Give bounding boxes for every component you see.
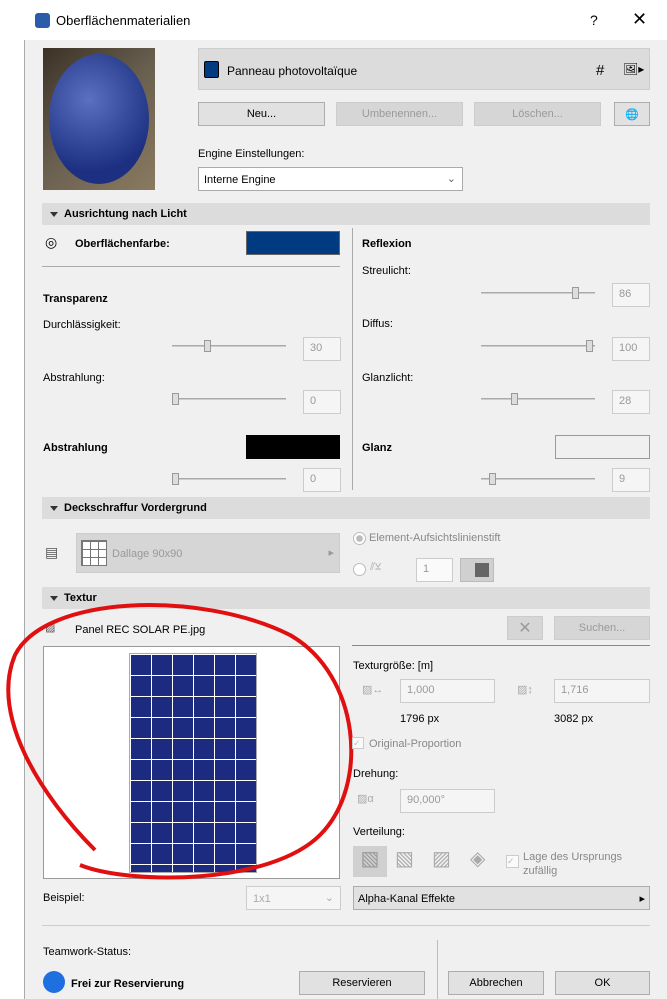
hatch-selector[interactable]: Dallage 90x90 ▸ xyxy=(76,533,340,573)
material-selector[interactable]: Panneau photovoltaïque # 🖼▸ xyxy=(198,48,650,90)
app-icon xyxy=(35,13,50,28)
example-value: 1x1 xyxy=(253,893,271,905)
pen-icon: ⫽⊻ xyxy=(370,561,382,573)
search-button[interactable]: Suchen... xyxy=(554,616,650,640)
chevron-down-icon: ⌄ xyxy=(324,892,334,904)
diffuse-field[interactable]: 100 xyxy=(612,337,650,361)
pen-option-label: Element-Aufsichtslinienstift xyxy=(369,532,501,544)
teamwork-label: Teamwork-Status: xyxy=(43,946,132,958)
specular-label: Glanzlicht: xyxy=(362,372,414,384)
dialog-title: Oberflächenmaterialien xyxy=(56,13,191,28)
grid-icon: # xyxy=(596,62,605,79)
emission-slider-label: Abstrahlung: xyxy=(43,372,105,384)
specular-slider[interactable] xyxy=(481,393,595,405)
engine-label: Engine Einstellungen: xyxy=(198,148,305,160)
chevron-down-icon: ⌄ xyxy=(446,173,456,185)
cancel-button[interactable]: Abbrechen xyxy=(448,971,544,995)
teamwork-status-icon xyxy=(43,971,65,993)
chevron-right-icon: ▸ xyxy=(328,547,334,559)
engine-value: Interne Engine xyxy=(204,174,276,186)
close-button[interactable]: ✕ xyxy=(632,9,647,30)
ambient-label: Streulicht: xyxy=(362,265,411,277)
teamwork-status: Frei zur Reservierung xyxy=(71,978,185,990)
distribution-option-3[interactable]: ▨ xyxy=(432,846,458,877)
distribution-label: Verteilung: xyxy=(353,826,405,838)
height-icon: ▨↕ xyxy=(517,684,533,696)
distribution-option-2[interactable]: ▧ xyxy=(395,846,421,877)
gloss-color-swatch[interactable] xyxy=(555,435,650,459)
gloss-field[interactable]: 9 xyxy=(612,468,650,492)
alpha-channel-button[interactable]: Alpha-Kanal Effekte ▸ xyxy=(353,886,650,910)
custom-pen-radio[interactable] xyxy=(353,563,366,576)
delete-button[interactable]: Löschen... xyxy=(474,102,601,126)
red-annotation-circle xyxy=(6,603,354,880)
ok-button[interactable]: OK xyxy=(555,971,650,995)
transparency-emission-slider[interactable] xyxy=(172,393,286,405)
permeability-label: Durchlässigkeit: xyxy=(43,319,121,331)
help-button[interactable]: ? xyxy=(590,12,598,28)
material-name: Panneau photovoltaïque xyxy=(227,64,358,78)
gloss-title: Glanz xyxy=(362,442,392,454)
pen-field[interactable]: 1 xyxy=(416,558,453,582)
globe-button[interactable]: 🌐 xyxy=(614,102,650,126)
engine-select[interactable]: Interne Engine ⌄ xyxy=(198,167,463,191)
emission-slider[interactable] xyxy=(172,473,286,485)
diffuse-label: Diffus: xyxy=(362,318,393,330)
new-button[interactable]: Neu... xyxy=(198,102,325,126)
ambient-field[interactable]: 86 xyxy=(612,283,650,307)
example-select[interactable]: 1x1 ⌄ xyxy=(246,886,341,910)
transparency-emission-field[interactable]: 0 xyxy=(303,390,341,414)
original-proportion-label: Original-Proportion xyxy=(369,738,462,750)
alpha-label: Alpha-Kanal Effekte xyxy=(358,893,456,905)
reserve-button[interactable]: Reservieren xyxy=(299,971,425,995)
diffuse-slider[interactable] xyxy=(481,340,595,352)
height-field[interactable]: 1,716 xyxy=(554,679,650,703)
permeability-field[interactable]: 30 xyxy=(303,337,341,361)
rotation-icon: ▨α xyxy=(357,793,374,805)
ambient-slider[interactable] xyxy=(481,287,595,299)
surface-color-icon: ◎ xyxy=(45,234,58,250)
texture-size-label: Texturgröße: [m] xyxy=(353,660,434,672)
random-origin-checkbox[interactable]: ✓ xyxy=(506,855,519,868)
remove-texture-button[interactable]: ✕ xyxy=(507,616,543,640)
material-preview xyxy=(43,48,155,190)
height-px: 3082 px xyxy=(554,713,594,725)
emission-title: Abstrahlung xyxy=(43,442,108,454)
section-hatch[interactable]: Deckschraffur Vordergrund xyxy=(42,497,650,519)
original-proportion-checkbox[interactable]: ✓ xyxy=(352,737,364,749)
emission-field[interactable]: 0 xyxy=(303,468,341,492)
rename-button[interactable]: Umbenennen... xyxy=(336,102,463,126)
material-color-swatch xyxy=(204,61,219,78)
surface-color-label: Oberflächenfarbe: xyxy=(75,238,170,250)
surface-color-swatch[interactable] xyxy=(246,231,340,255)
transparency-title: Transparenz xyxy=(43,293,108,305)
distribution-option-4[interactable]: ◈ xyxy=(470,846,496,877)
rotation-label: Drehung: xyxy=(353,768,399,780)
width-field[interactable]: 1,000 xyxy=(400,679,495,703)
distribution-option-1[interactable]: ▧ xyxy=(353,846,387,877)
hatch-swatch-icon xyxy=(81,540,107,566)
hatch-icon: ▤ xyxy=(45,544,59,560)
chevron-right-icon: ▸ xyxy=(639,893,645,905)
title-bar: Oberflächenmaterialien ? ✕ xyxy=(24,0,667,40)
width-px: 1796 px xyxy=(400,713,440,725)
random-origin-label: Lage des Ursprungs zufällig xyxy=(523,851,623,877)
permeability-slider[interactable] xyxy=(172,340,286,352)
reflection-title: Reflexion xyxy=(362,238,412,250)
rotation-field[interactable]: 90,000° xyxy=(400,789,495,813)
image-icon: 🖼▸ xyxy=(623,62,645,76)
example-label: Beispiel: xyxy=(43,892,85,904)
hatch-name: Dallage 90x90 xyxy=(112,548,183,560)
section-light[interactable]: Ausrichtung nach Licht xyxy=(42,203,650,225)
gloss-slider[interactable] xyxy=(481,473,595,485)
specular-field[interactable]: 28 xyxy=(612,390,650,414)
emission-color-swatch[interactable] xyxy=(246,435,340,459)
pen-color-button[interactable] xyxy=(460,558,494,582)
pen-option-radio[interactable] xyxy=(353,532,366,545)
width-icon: ▨↔ xyxy=(362,684,384,696)
